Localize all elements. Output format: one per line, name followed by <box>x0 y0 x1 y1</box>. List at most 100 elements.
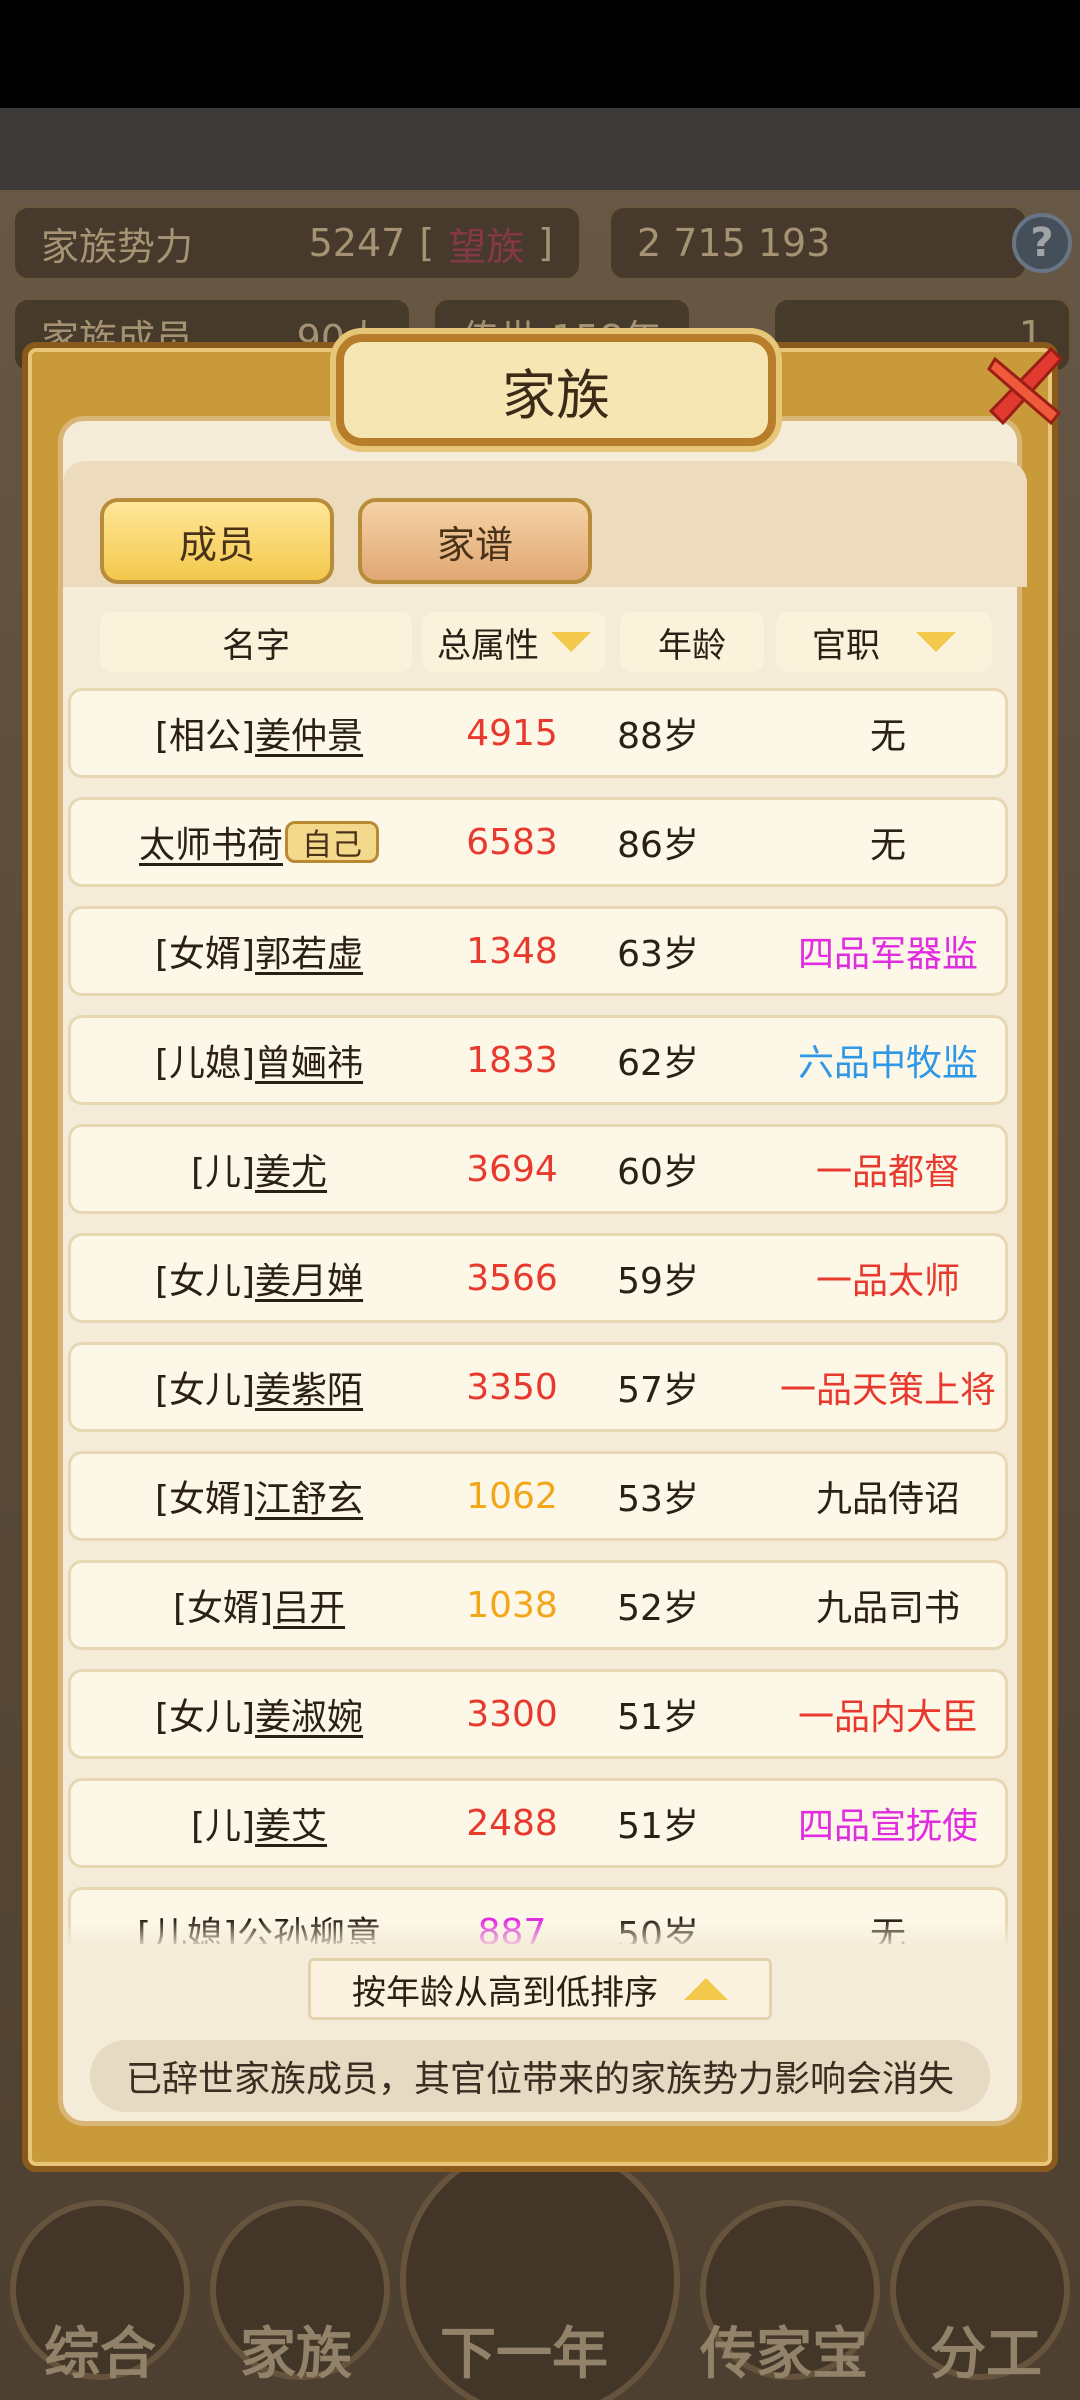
member-name-cell: [女儿] 姜紫陌 <box>71 1345 447 1429</box>
dialog-title: 家族 <box>336 334 776 446</box>
member-attr: 3694 <box>466 1148 558 1190</box>
member-relation: [女婿] <box>154 1479 256 1520</box>
member-name-cell: [女儿] 姜淑婉 <box>71 1672 447 1756</box>
col-header-age[interactable]: 年龄 <box>620 612 764 672</box>
member-attr: 3300 <box>466 1693 558 1735</box>
family-power-label: 家族势力 <box>41 224 194 269</box>
member-age: 60岁 <box>617 1152 699 1193</box>
member-relation: [儿] <box>190 1152 256 1193</box>
member-row[interactable]: [女婿] 吕开 1038 52岁 九品司书 <box>68 1560 1008 1650</box>
member-name-link[interactable]: 江舒玄 <box>255 1470 363 1522</box>
member-age: 59岁 <box>617 1261 699 1302</box>
nav-next-year-label[interactable]: 下一年 <box>440 2309 608 2390</box>
member-office: 六品中牧监 <box>797 1043 978 1084</box>
member-name-link[interactable]: 郭若虚 <box>255 925 363 977</box>
member-attr: 1062 <box>466 1475 558 1517</box>
col-header-attr[interactable]: 总属性 <box>422 612 606 672</box>
member-name-cell: [女婿] 吕开 <box>71 1563 447 1647</box>
member-row[interactable]: [相公] 姜仲景 4915 88岁 无 <box>68 688 1008 778</box>
member-row[interactable]: [儿媳] 曾婳祎 1833 62岁 六品中牧监 <box>68 1015 1008 1105</box>
member-row[interactable]: [女婿] 江舒玄 1062 53岁 九品侍诏 <box>68 1451 1008 1541</box>
member-row[interactable]: [女儿] 姜紫陌 3350 57岁 一品天策上将 <box>68 1342 1008 1432</box>
member-office: 无 <box>869 716 906 757</box>
member-age: 62岁 <box>617 1043 699 1084</box>
member-name-cell: [女婿] 郭若虚 <box>71 909 447 993</box>
member-attr: 4915 <box>466 712 558 754</box>
member-relation: [儿] <box>190 1806 256 1847</box>
sort-up-icon <box>684 1978 728 2000</box>
member-name-link[interactable]: 姜淑婉 <box>255 1688 363 1740</box>
member-name-link[interactable]: 姜尤 <box>255 1143 327 1195</box>
column-headers: 名字 总属性 年龄 官职 <box>100 612 992 674</box>
tab-genealogy[interactable]: 家谱 <box>358 498 592 584</box>
member-office: 一品都督 <box>815 1152 960 1193</box>
col-header-name-label: 名字 <box>222 625 290 666</box>
member-attr: 2488 <box>466 1802 558 1844</box>
member-list[interactable]: [相公] 姜仲景 4915 88岁无太师书荷 自己 6583 86岁无 [女婿] 郭若虚 1348… <box>68 688 1010 1944</box>
member-row[interactable]: [儿] 姜尤 3694 60岁 一品都督 <box>68 1124 1008 1214</box>
sort-down-icon <box>551 632 591 652</box>
help-icon[interactable]: ? <box>1012 213 1072 273</box>
col-header-office[interactable]: 官职 <box>776 612 992 672</box>
tab-bar: 成员 家谱 <box>70 498 1034 608</box>
member-name-cell: [儿] 姜艾 <box>71 1781 447 1865</box>
member-attr: 1038 <box>466 1584 558 1626</box>
member-relation: [女儿] <box>154 1370 256 1411</box>
member-name-cell: [女婿] 江舒玄 <box>71 1454 447 1538</box>
member-name-link[interactable]: 太师书荷 <box>139 816 283 868</box>
dropdown-icon <box>916 632 956 652</box>
member-name-link[interactable]: 姜月婵 <box>255 1252 363 1304</box>
tab-genealogy-label: 家谱 <box>436 522 513 567</box>
member-row[interactable]: 太师书荷 自己 6583 86岁 无 <box>68 797 1008 887</box>
col-header-office-label: 官职 <box>812 625 880 666</box>
member-age: 88岁 <box>617 716 699 757</box>
member-relation: [相公] <box>154 716 256 757</box>
top-strip <box>0 108 1080 190</box>
member-age: 63岁 <box>617 934 699 975</box>
deceased-notice: 已辞世家族成员，其官位带来的家族势力影响会消失 <box>90 2040 990 2112</box>
member-row[interactable]: [女儿] 姜月婵 3566 59岁 一品太师 <box>68 1233 1008 1323</box>
member-office: 四品宣抚使 <box>797 1806 978 1847</box>
nav-general-label[interactable]: 综合 <box>44 2309 156 2390</box>
member-relation: [女婿] <box>154 934 256 975</box>
member-name-link[interactable]: 姜仲景 <box>255 707 363 759</box>
member-office: 九品司书 <box>815 1588 960 1629</box>
member-age: 52岁 <box>617 1588 699 1629</box>
member-age: 51岁 <box>617 1697 699 1738</box>
member-name-cell: [女儿] 姜月婵 <box>71 1236 447 1320</box>
member-relation: [女婿] <box>172 1588 274 1629</box>
member-name-link[interactable]: 吕开 <box>273 1579 345 1631</box>
family-power-rank-close: ] <box>538 221 553 265</box>
sort-button[interactable]: 按年龄从高到低排序 <box>308 1958 772 2020</box>
member-name-link[interactable]: 曾婳祎 <box>255 1034 363 1086</box>
nav-family-label[interactable]: 家族 <box>240 2309 352 2390</box>
member-name-cell: [儿] 姜尤 <box>71 1127 447 1211</box>
member-office: 一品天策上将 <box>779 1370 996 1411</box>
member-office: 一品太师 <box>815 1261 960 1302</box>
member-name-link[interactable]: 姜紫陌 <box>255 1361 363 1413</box>
family-power-rank: 望族 <box>448 224 525 269</box>
family-power-rank-open: [ <box>419 221 435 265</box>
sort-label: 按年龄从高到低排序 <box>352 1972 658 2013</box>
member-age: 86岁 <box>617 825 699 866</box>
status-bar <box>0 0 1080 108</box>
member-relation: [儿媳] <box>154 1043 256 1084</box>
member-name-cell: [儿媳] 曾婳祎 <box>71 1018 447 1102</box>
resources-chip: 2 715 193 <box>608 205 1028 281</box>
member-row[interactable]: [儿] 姜艾 2488 51岁 四品宣抚使 <box>68 1778 1008 1868</box>
family-power-value: 5247 <box>308 221 406 265</box>
member-row[interactable]: [女儿] 姜淑婉 3300 51岁 一品内大臣 <box>68 1669 1008 1759</box>
self-badge: 自己 <box>285 821 379 863</box>
tab-members-label: 成员 <box>178 522 255 567</box>
member-attr: 3566 <box>466 1257 558 1299</box>
list-fade <box>68 1920 1010 1950</box>
nav-heirloom-label[interactable]: 传家宝 <box>700 2309 868 2390</box>
nav-division-label[interactable]: 分工 <box>930 2309 1042 2390</box>
member-attr: 1348 <box>466 930 558 972</box>
member-name-link[interactable]: 姜艾 <box>255 1797 327 1849</box>
close-icon[interactable] <box>976 336 1076 436</box>
tab-members[interactable]: 成员 <box>100 498 334 584</box>
family-power-chip: 家族势力 5247 [ 望族] <box>12 205 582 281</box>
member-row[interactable]: [女婿] 郭若虚 1348 63岁 四品军器监 <box>68 906 1008 996</box>
member-attr: 6583 <box>466 821 558 863</box>
